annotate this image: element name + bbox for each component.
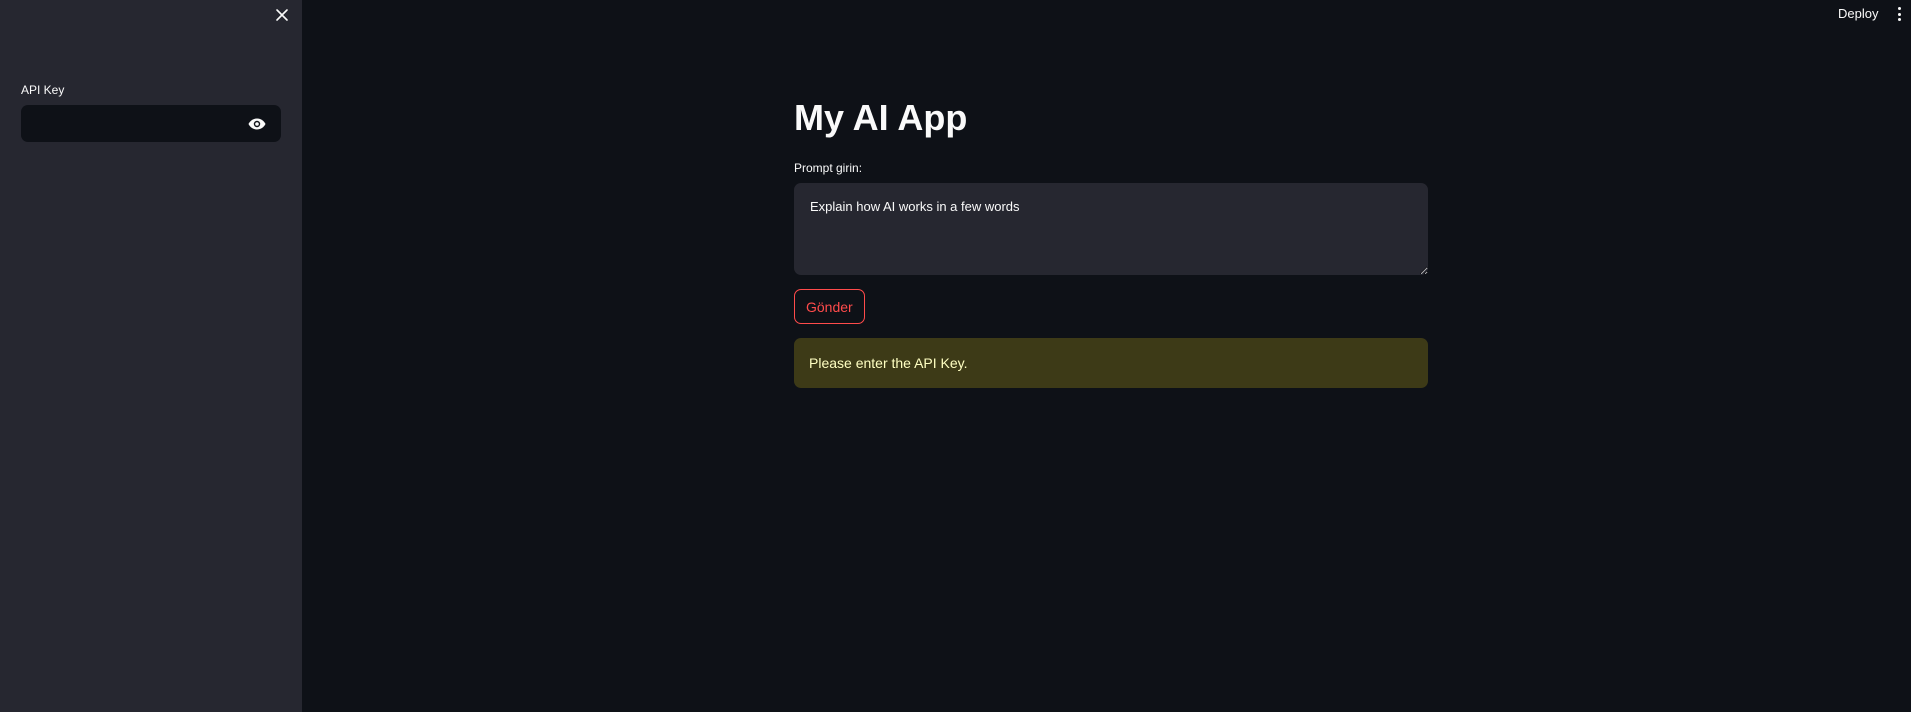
show-password-button[interactable] (247, 114, 267, 134)
api-key-input[interactable] (21, 105, 236, 142)
deploy-button[interactable]: Deploy (1838, 6, 1878, 21)
main-menu-button[interactable] (1893, 5, 1905, 23)
close-sidebar-button[interactable] (272, 5, 292, 25)
api-key-label: API Key (21, 83, 65, 97)
page-title: My AI App (794, 97, 968, 138)
warning-alert: Please enter the API Key. (794, 338, 1428, 388)
warning-text: Please enter the API Key. (809, 355, 968, 371)
api-key-field (21, 105, 281, 142)
more-vertical-icon-dot (1897, 12, 1901, 16)
more-vertical-icon (1897, 7, 1901, 10)
prompt-label: Prompt girin: (794, 161, 863, 175)
more-vertical-icon-dot (1897, 18, 1901, 21)
eye-icon (248, 118, 266, 130)
sidebar: API Key (0, 0, 302, 712)
close-icon (276, 9, 288, 21)
send-button[interactable]: Gönder (794, 289, 865, 324)
prompt-input[interactable]: Explain how AI works in a few words (794, 183, 1428, 275)
